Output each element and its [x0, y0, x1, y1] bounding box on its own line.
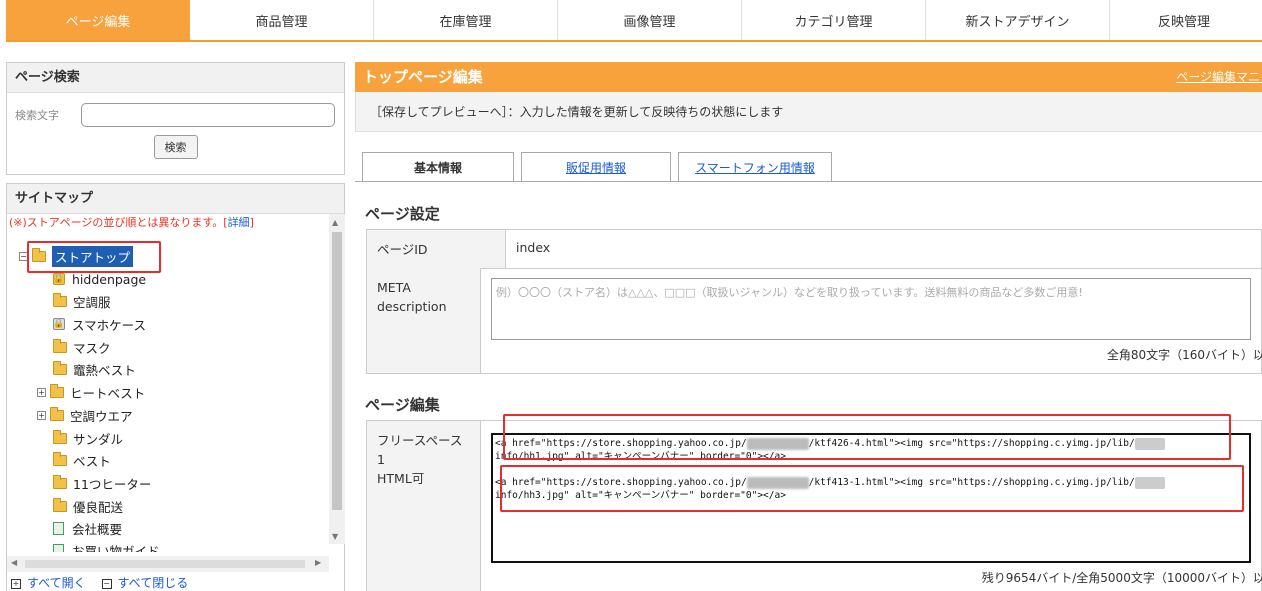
meta-description-label: META description — [367, 268, 481, 373]
folder-icon — [53, 338, 67, 353]
scroll-left-icon[interactable]: ◀ — [11, 558, 17, 567]
doc-icon — [53, 543, 64, 552]
page-id-row: ページID index — [366, 229, 1262, 269]
tab-category-management[interactable]: カテゴリ管理 — [742, 0, 926, 40]
tab-smartphone-info[interactable]: スマートフォン用情報 — [678, 152, 832, 182]
folder-icon — [53, 429, 67, 444]
folder-icon — [53, 474, 67, 489]
sitemap-tree: − ストアトップ 🔒 hiddenpage 空調服 🔒 スマホケース マスク 竈… — [7, 232, 328, 552]
tree-item-kuchofuku[interactable]: 空調服 — [73, 292, 111, 311]
sitemap-detail-link[interactable]: 詳細 — [228, 216, 250, 229]
highlight-store-top — [27, 241, 161, 273]
folder-icon — [50, 406, 64, 421]
scroll-thumb-horizontal[interactable] — [25, 560, 305, 568]
expand-all-icon: + — [11, 578, 21, 589]
meta-description-row: META description 例）〇〇〇（ストア名）は△△△、□□□（取扱い… — [366, 268, 1262, 374]
tree-horizontal-scrollbar[interactable]: ◀ ▶ — [7, 556, 329, 572]
page-edit-heading: ページ編集 — [365, 396, 440, 414]
tree-item-heat-vest[interactable]: ヒートベスト — [70, 383, 145, 402]
page-title-bar: トップページ編集 ページ編集マニュ — [355, 62, 1262, 92]
expand-icon[interactable]: + — [37, 387, 46, 397]
main-nav: ページ編集 商品管理 在庫管理 画像管理 カテゴリ管理 新ストアデザイン 反映管… — [6, 0, 1262, 42]
tree-item-sandal[interactable]: サンダル — [73, 429, 123, 448]
doc-icon — [53, 521, 64, 535]
folder-icon — [50, 383, 64, 398]
expand-all-link[interactable]: すべて開く — [27, 576, 86, 590]
folder-icon — [53, 292, 67, 307]
notice-bar: ［保存してプレビューへ］：入力した情報を更新して反映待ちの状態にします — [355, 92, 1262, 132]
tab-new-store-design[interactable]: 新ストアデザイン — [926, 0, 1110, 40]
page-id-value: index — [516, 240, 551, 255]
tree-item-vest-1[interactable]: 竈熱ベスト — [73, 360, 136, 379]
lock-icon: 🔒 — [53, 318, 65, 330]
highlight-code-2 — [500, 465, 1244, 512]
collapse-all-icon: − — [101, 578, 112, 589]
scroll-right-icon[interactable]: ▶ — [315, 558, 321, 567]
tab-inventory-management[interactable]: 在庫管理 — [374, 0, 558, 40]
lock-folder-icon: 🔒 — [53, 273, 65, 285]
sub-tabs: 基本情報 販促用情報 スマートフォン用情報 — [362, 152, 839, 182]
tree-item-heater[interactable]: 11つヒーター — [73, 474, 151, 493]
search-input[interactable] — [81, 103, 335, 127]
sitemap-note-suffix: ] — [249, 216, 254, 229]
tab-product-management[interactable]: 商品管理 — [190, 0, 374, 40]
scroll-thumb[interactable] — [332, 232, 342, 510]
tab-image-management[interactable]: 画像管理 — [558, 0, 742, 40]
highlight-code-1 — [503, 414, 1231, 460]
sitemap-note: (※)ストアページの並び順とは異なります。[詳細] — [7, 214, 344, 232]
expand-icon[interactable]: + — [37, 410, 46, 420]
tab-reflection-management[interactable]: 反映管理 — [1110, 0, 1258, 40]
free-space-counter: 残り9654バイト/全角5000文字（10000バイト）以 — [981, 571, 1262, 585]
folder-icon — [53, 451, 67, 466]
meta-description-input[interactable]: 例）〇〇〇（ストア名）は△△△、□□□（取扱いジャンル）などを取り扱っています。… — [491, 278, 1251, 340]
free-space-html-note: HTML可 — [377, 471, 425, 486]
tab-basic-info[interactable]: 基本情報 — [362, 152, 514, 182]
tree-item-yuryo-haiso[interactable]: 優良配送 — [73, 497, 123, 516]
page-settings-heading: ページ設定 — [365, 205, 440, 223]
tab-page-edit[interactable]: ページ編集 — [6, 0, 190, 40]
meta-description-counter: 全角80文字（160バイト）以 — [1106, 348, 1262, 362]
tab-promo-info[interactable]: 販促用情報 — [521, 152, 671, 182]
folder-icon — [53, 360, 67, 375]
free-space-label: フリースペース 1 — [377, 433, 463, 467]
sitemap-panel: サイトマップ (※)ストアページの並び順とは異なります。[詳細] − ストアトッ… — [6, 183, 345, 591]
sitemap-note-text: (※)ストアページの並び順とは異なります。[ — [9, 216, 228, 229]
collapse-all-link[interactable]: すべて閉じる — [118, 576, 189, 590]
page-id-label: ページID — [367, 230, 506, 268]
sitemap-title: サイトマップ — [7, 184, 344, 214]
scroll-down-icon[interactable]: ▼ — [332, 532, 338, 541]
tree-item-smartphone-case[interactable]: スマホケース — [72, 315, 146, 334]
tree-item-company[interactable]: 会社概要 — [72, 519, 122, 538]
page-title: トップページ編集 — [363, 68, 483, 86]
search-button[interactable]: 検索 — [153, 135, 198, 159]
tree-item-kucho-wear[interactable]: 空調ウエア — [70, 406, 133, 425]
tree-item-mask[interactable]: マスク — [73, 338, 111, 357]
tab-divider — [355, 181, 1262, 182]
tree-item-shopping-guide[interactable]: お買い物ガイド — [72, 541, 160, 553]
scroll-up-icon[interactable]: ▲ — [332, 218, 338, 227]
tree-vertical-scrollbar[interactable]: ▲ ▼ — [329, 214, 345, 544]
tree-footer: + すべて開く − すべて閉じる — [11, 574, 188, 591]
manual-link[interactable]: ページ編集マニュ — [1176, 62, 1262, 92]
tree-item-hiddenpage[interactable]: hiddenpage — [72, 272, 146, 287]
search-label: 検索文字 — [15, 109, 59, 122]
page-search-title: ページ検索 — [7, 63, 344, 93]
page-search-panel: ページ検索 検索文字 検索 — [6, 62, 345, 175]
tree-item-vest[interactable]: ベスト — [73, 451, 111, 470]
free-space-label-cell: フリースペース 1 HTML可 — [367, 421, 481, 591]
folder-icon — [53, 497, 67, 512]
